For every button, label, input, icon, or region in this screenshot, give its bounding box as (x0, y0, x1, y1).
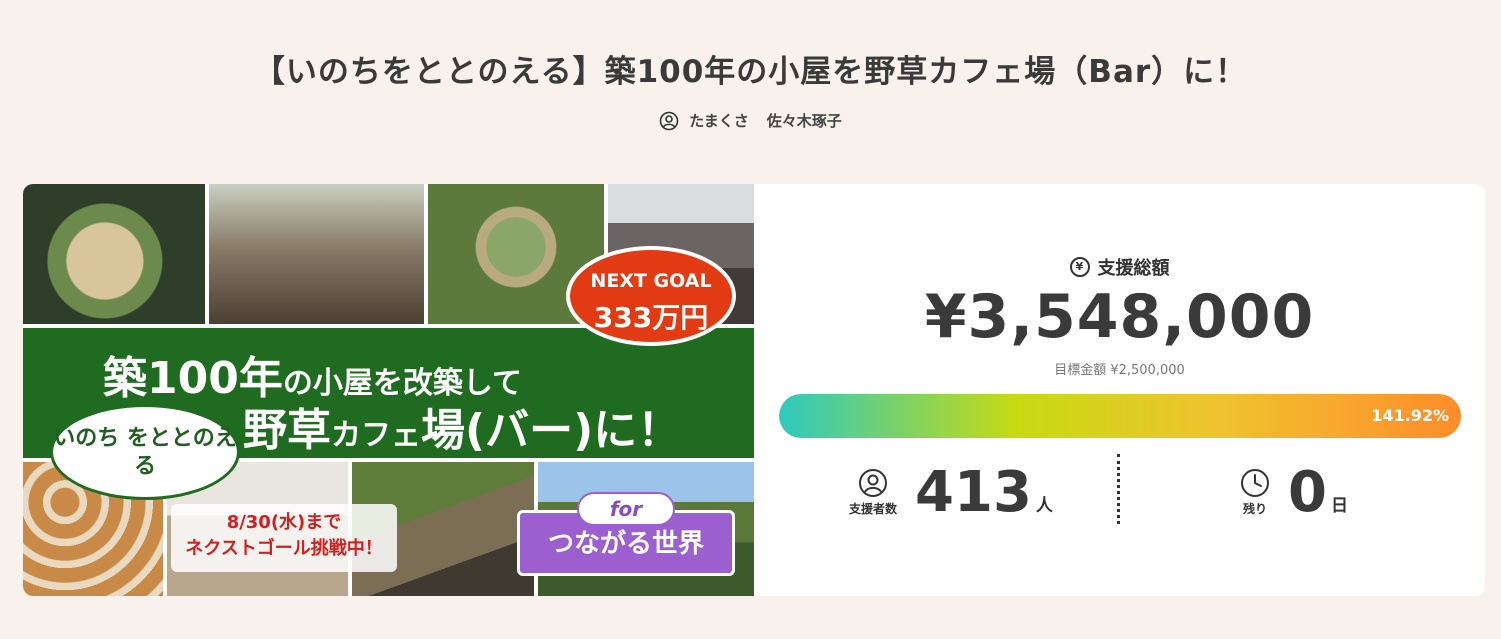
total-label: ¥ 支援総額 (754, 254, 1485, 280)
hero-image: 築100年の小屋を改築して 野草カフェ場(バー)に！ NEXT GOAL 333… (23, 184, 754, 596)
yen-circle-icon: ¥ (1069, 257, 1090, 277)
owner-info[interactable]: たまくさ 佐々木琢子 (0, 110, 1501, 131)
page-title: 【いのちをととのえる】築100年の小屋を野草カフェ場（Bar）に！ (253, 54, 1248, 90)
metric-divider (1117, 454, 1120, 524)
progress-fill (779, 394, 1461, 438)
photo-workshop (209, 184, 424, 324)
user-circle-icon (659, 111, 679, 130)
supporters-unit: 人 (1035, 495, 1053, 516)
project-card: 築100年の小屋を改築して 野草カフェ場(バー)に！ NEXT GOAL 333… (23, 184, 1485, 596)
headline-line2: 野草カフェ場(バー)に！ (243, 405, 682, 456)
speech-bubble: いのち をととのえる (50, 404, 240, 500)
remaining-metric: 残り 0 日 (1240, 452, 1348, 532)
remaining-label: 残り (1242, 501, 1267, 516)
supporters-label: 支援者数 (849, 501, 898, 516)
remaining-value: 0 (1288, 459, 1327, 525)
supporters-metric: 支援者数 413 人 (849, 452, 1053, 532)
funding-stats: ¥ 支援総額 ¥3,548,000 目標金額 ¥2,500,000 141.92… (754, 184, 1485, 596)
for-pill: for (577, 492, 675, 526)
remaining-unit: 日 (1330, 495, 1348, 516)
owner-name: 佐々木琢子 (766, 112, 842, 130)
progress-bar: 141.92% (779, 394, 1461, 438)
total-amount: ¥3,548,000 (924, 282, 1315, 352)
deadline-note: 8/30(水)まで ネクストゴール挑戦中！ (171, 504, 397, 572)
photo-food (23, 184, 205, 324)
user-circle-icon (859, 468, 887, 497)
target-amount: 目標金額 ¥2,500,000 (1054, 363, 1185, 378)
clock-icon (1241, 468, 1269, 497)
next-goal-badge: NEXT GOAL 333万円 (566, 246, 736, 346)
owner-handle: たまくさ (689, 112, 749, 130)
progress-percent: 141.92% (1371, 406, 1449, 425)
supporters-count: 413 (915, 459, 1032, 525)
